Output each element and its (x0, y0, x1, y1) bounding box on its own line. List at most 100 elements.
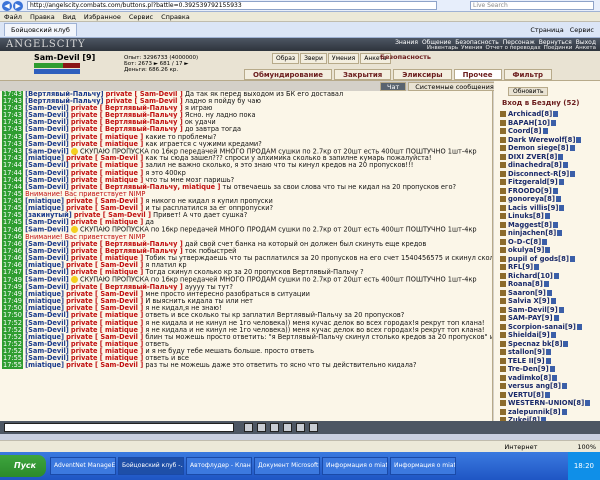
menu-view[interactable]: Вид (59, 13, 80, 21)
player-name[interactable]: O-D-C[8] (508, 238, 541, 246)
player-item[interactable]: zalepunnik[8] (500, 408, 600, 417)
player-name[interactable]: TELE II[9] (508, 357, 545, 365)
player-name[interactable]: pupil of gods[8] (508, 255, 569, 263)
info-icon[interactable] (549, 366, 555, 372)
info-icon[interactable] (558, 306, 564, 313)
info-icon[interactable] (561, 383, 567, 389)
player-name[interactable]: okulya[9] (508, 246, 544, 254)
player-item[interactable]: ninjachen[8] (500, 229, 600, 238)
player-item[interactable]: Salvia X[9] (500, 297, 600, 306)
message-time[interactable]: 17:45 (2, 218, 24, 227)
tab-system-messages[interactable]: Системные сообщения (408, 82, 501, 91)
info-icon[interactable] (555, 196, 561, 202)
player-item[interactable]: ВАРАН[10] (500, 119, 600, 128)
skills-button[interactable]: Умения (327, 53, 360, 64)
player-name[interactable]: Disconnect-R[9] (508, 170, 569, 178)
player-name[interactable]: Roana[8] (508, 280, 543, 288)
player-item[interactable]: Lacis villis[9] (500, 204, 600, 213)
player-item[interactable]: gonoreya[8] (500, 195, 600, 204)
info-icon[interactable] (544, 213, 550, 219)
zoom-level[interactable]: 100% (577, 443, 600, 451)
info-icon[interactable] (546, 289, 552, 296)
image-button[interactable]: Образ (272, 53, 300, 64)
player-item[interactable]: Archicad[8] (500, 110, 600, 119)
back-icon[interactable]: ◀ (2, 0, 12, 11)
player-name[interactable]: dinachedra[8] (508, 161, 562, 169)
player-name[interactable]: ninjachen[8] (508, 229, 556, 237)
player-item[interactable]: vadimko[8] (500, 374, 600, 383)
info-icon[interactable] (546, 349, 551, 355)
player-name[interactable]: Sam-Devil[9] (508, 306, 558, 314)
player-name[interactable]: Richard[10] (508, 272, 553, 280)
player-name[interactable]: Demon siege[8] (508, 144, 569, 152)
player-name[interactable]: Tre-Den[9] (508, 365, 549, 373)
info-icon[interactable] (576, 323, 582, 330)
info-icon[interactable] (559, 204, 565, 211)
info-icon[interactable] (552, 187, 558, 194)
player-item[interactable]: Scorpion-sanai[9] (500, 323, 600, 332)
info-icon[interactable] (552, 374, 558, 381)
task-0[interactable]: AdventNet ManageEngi... (50, 457, 116, 475)
player-name[interactable]: Shieldai[9] (508, 331, 550, 339)
pets-button[interactable]: Звери (300, 53, 327, 64)
info-icon[interactable] (569, 145, 575, 151)
page-menu[interactable]: Страница (530, 26, 563, 34)
player-item[interactable]: RFL[9] (500, 263, 600, 272)
message-time[interactable]: 17:55 (2, 361, 24, 370)
tab-elixirs[interactable]: Эликсиры (393, 68, 452, 80)
forward-icon[interactable]: ▶ (13, 0, 23, 11)
info-icon[interactable] (553, 272, 559, 279)
player-item[interactable]: VERTU[8] (500, 391, 600, 400)
menu-edit[interactable]: Правка (26, 13, 59, 21)
info-icon[interactable] (557, 230, 563, 236)
player-name[interactable]: Saaron[9] (508, 289, 546, 297)
info-icon[interactable] (542, 128, 548, 134)
player-item[interactable]: stallon[9] (500, 348, 600, 357)
chat-input[interactable] (4, 423, 234, 432)
task-2[interactable]: Автофлудер - Клан 'R... (186, 457, 252, 475)
info-icon[interactable] (542, 238, 548, 245)
menu-tools[interactable]: Сервис (125, 13, 157, 21)
player-item[interactable]: Fitzgerald[9] (500, 178, 600, 187)
info-icon[interactable] (545, 357, 551, 364)
info-icon[interactable] (550, 332, 556, 338)
player-name[interactable]: Coord[8] (508, 127, 542, 135)
tab-equipment[interactable]: Обмундирование (244, 68, 332, 80)
start-button[interactable]: Пуск (0, 455, 46, 477)
player-item[interactable]: Saaron[9] (500, 289, 600, 298)
tab-other[interactable]: Прочее (453, 68, 502, 80)
player-name[interactable]: SAM-PAY[9] (508, 314, 553, 322)
info-icon[interactable] (545, 247, 551, 253)
player-item[interactable]: Sam-Devil[9] (500, 306, 600, 315)
player-name[interactable]: Archicad[8] (508, 110, 552, 118)
player-name[interactable]: gonoreya[8] (508, 195, 555, 203)
player-name[interactable]: VERTU[8] (508, 391, 544, 399)
info-icon[interactable] (585, 400, 591, 406)
player-name[interactable]: WESTERN-UNION[8] (508, 399, 584, 407)
player-item[interactable]: Richard[10] (500, 272, 600, 281)
info-icon[interactable] (558, 153, 564, 160)
player-item[interactable]: pupil of gods[8] (500, 255, 600, 264)
player-name[interactable]: Maggest[8] (508, 221, 552, 229)
search-input[interactable]: Live Search (470, 1, 594, 10)
task-1[interactable]: Бойцовский клуб -... (118, 457, 184, 475)
task-5[interactable]: Информация о miatique... (390, 457, 456, 475)
player-name[interactable]: Fitzgerald[9] (508, 178, 558, 186)
refresh-button[interactable]: Обновить (508, 87, 549, 96)
tools-menu[interactable]: Сервис (570, 26, 594, 34)
player-name[interactable]: ВАРАН[10] (508, 119, 550, 127)
chat-log[interactable]: 17:43 [Вертлявый-Пальчу] private [ Sam-D… (0, 91, 493, 421)
private-recipient[interactable]: private [ Sam-Devil ] (66, 361, 143, 369)
translit-icon[interactable] (296, 423, 305, 432)
task-4[interactable]: Информация о miatique... (322, 457, 388, 475)
info-icon[interactable] (552, 221, 558, 228)
player-name[interactable]: Specnaz bk[8] (508, 340, 562, 348)
info-icon[interactable] (570, 170, 576, 177)
clear-icon[interactable] (257, 423, 266, 432)
player-item[interactable]: Linuks[8] (500, 212, 600, 221)
player-item[interactable]: Disconnect-R[9] (500, 170, 600, 179)
menu-help[interactable]: Справка (157, 13, 194, 21)
info-icon[interactable] (543, 281, 549, 287)
player-item[interactable]: Dark Werewolf[8] (500, 136, 600, 145)
player-item[interactable]: Tre-Den[9] (500, 365, 600, 374)
